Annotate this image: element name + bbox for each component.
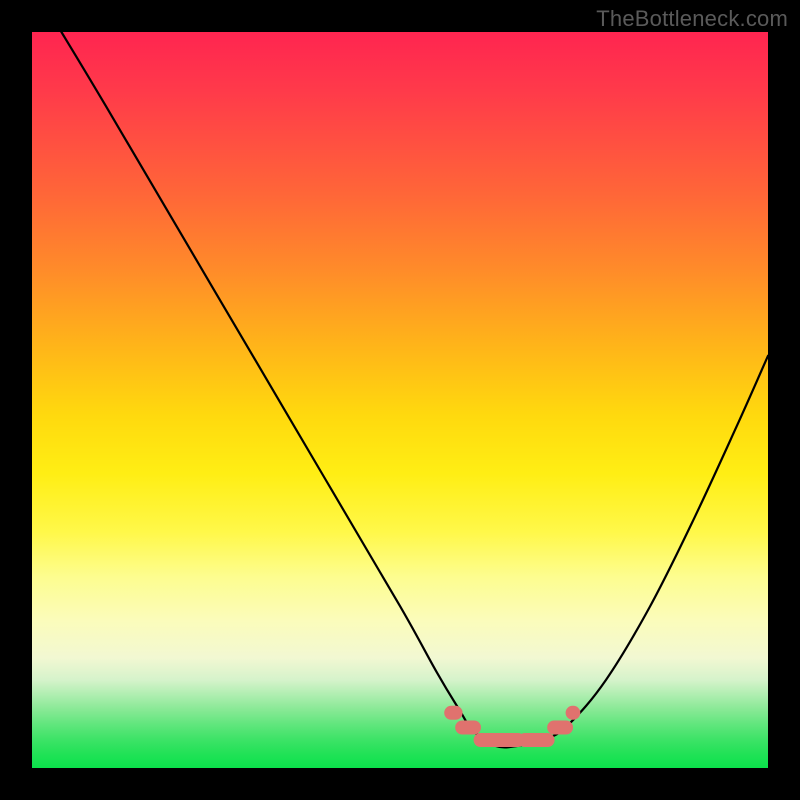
valley-pill bbox=[455, 721, 481, 735]
valley-pill bbox=[518, 733, 555, 747]
bottleneck-curve bbox=[61, 32, 768, 747]
chart-frame: TheBottleneck.com bbox=[0, 0, 800, 800]
valley-pill bbox=[566, 706, 581, 720]
plot-area bbox=[32, 32, 768, 768]
chart-svg bbox=[32, 32, 768, 768]
valley-pill bbox=[474, 733, 525, 747]
watermark-text: TheBottleneck.com bbox=[596, 6, 788, 32]
valley-pill bbox=[444, 706, 462, 720]
valley-pill bbox=[547, 721, 573, 735]
valley-band bbox=[444, 706, 580, 747]
